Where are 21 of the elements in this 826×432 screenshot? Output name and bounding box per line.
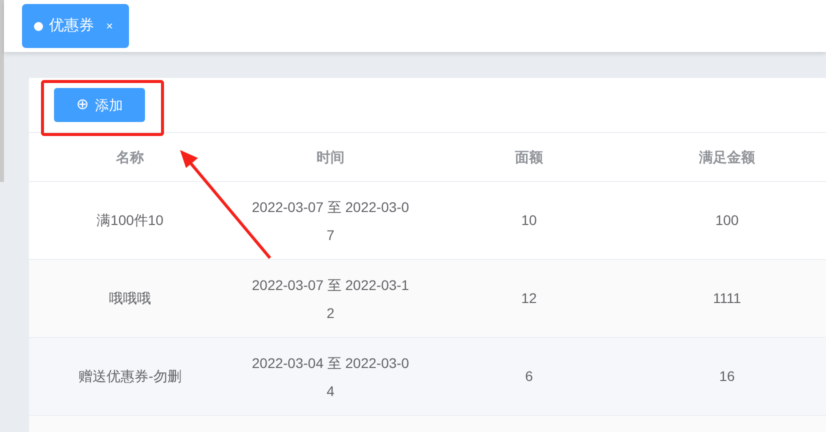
add-button[interactable]: ⊕ 添加 [54,88,145,122]
table-cell-text: 哦哦哦 [109,289,151,308]
table-cell-text: 2022-03-04 至 2022-03-04 [250,354,410,400]
table-cell-text: 16 [719,367,735,386]
tab[interactable]: 优惠券 × [22,4,130,48]
table-cell-text: 满100件10 [96,211,164,230]
table-cell-text: 2022-03-07 至 2022-03-12 [250,276,410,322]
table-cell-text: 1111 [712,289,742,308]
column-header: 满足金额 [698,148,756,166]
close-icon[interactable]: × [106,17,114,35]
table-cell-text: 10 [521,211,537,230]
table-cell-text: 2022-03-07 至 2022-03-07 [250,198,410,244]
table-cell-text: 100 [715,211,739,230]
dot-icon [34,22,43,30]
table-cell-text: 赠送优惠券-勿删 [78,367,182,386]
table-cell-text: 12 [521,289,537,308]
column-header: 面额 [514,148,544,166]
column-header: 名称 [114,148,145,166]
plus-circle-icon: ⊕ [76,94,89,116]
column-header: 时间 [316,148,346,166]
table-cell-text: 6 [525,367,533,386]
